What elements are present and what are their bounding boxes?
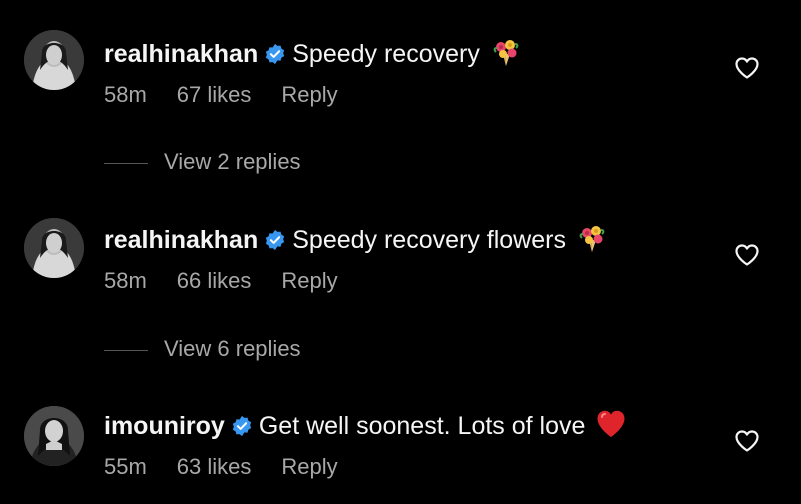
likes-count[interactable]: 67 likes <box>177 82 252 107</box>
timestamp: 55m <box>104 454 147 479</box>
verified-badge-icon <box>264 43 286 65</box>
view-replies-button[interactable]: View 6 replies <box>104 336 301 362</box>
reply-button[interactable]: Reply <box>281 268 337 293</box>
comment-text: Speedy recovery flowers <box>292 226 566 254</box>
timestamp: 58m <box>104 82 147 107</box>
comment-header: realhinakhan Speedy recovery <box>104 36 522 69</box>
like-heart-icon[interactable] <box>734 429 760 453</box>
flower-bouquet-icon <box>490 36 522 68</box>
comment-meta: 55m 63 likes Reply <box>104 454 368 480</box>
timestamp: 58m <box>104 268 147 293</box>
avatar[interactable] <box>24 218 84 278</box>
username[interactable]: realhinakhan <box>104 226 258 254</box>
like-heart-icon[interactable] <box>734 243 760 267</box>
reply-button[interactable]: Reply <box>281 82 337 107</box>
username[interactable]: imouniroy <box>104 412 225 440</box>
verified-badge-icon <box>264 229 286 251</box>
view-replies-button[interactable]: View 2 replies <box>104 149 301 175</box>
comment-text: Get well soonest. Lots of love <box>258 412 586 440</box>
view-replies-label: View 2 replies <box>164 149 301 174</box>
likes-count[interactable]: 66 likes <box>177 268 252 293</box>
flower-bouquet-icon <box>576 222 608 254</box>
comment-meta: 58m 67 likes Reply <box>104 82 368 108</box>
username[interactable]: realhinakhan <box>104 40 258 68</box>
replies-divider <box>104 349 148 351</box>
red-heart-icon <box>595 408 627 440</box>
comment-text: Speedy recovery <box>292 40 480 68</box>
likes-count[interactable]: 63 likes <box>177 454 252 479</box>
avatar[interactable] <box>24 406 84 466</box>
avatar[interactable] <box>24 30 84 90</box>
like-heart-icon[interactable] <box>734 56 760 80</box>
comment-header: realhinakhan Speedy recovery flowers <box>104 222 608 255</box>
view-replies-label: View 6 replies <box>164 336 301 361</box>
reply-button[interactable]: Reply <box>281 454 337 479</box>
verified-badge-icon <box>231 415 253 437</box>
comment-header: imouniroy Get well soonest. Lots of love <box>104 408 627 441</box>
replies-divider <box>104 162 148 164</box>
comment-meta: 58m 66 likes Reply <box>104 268 368 294</box>
